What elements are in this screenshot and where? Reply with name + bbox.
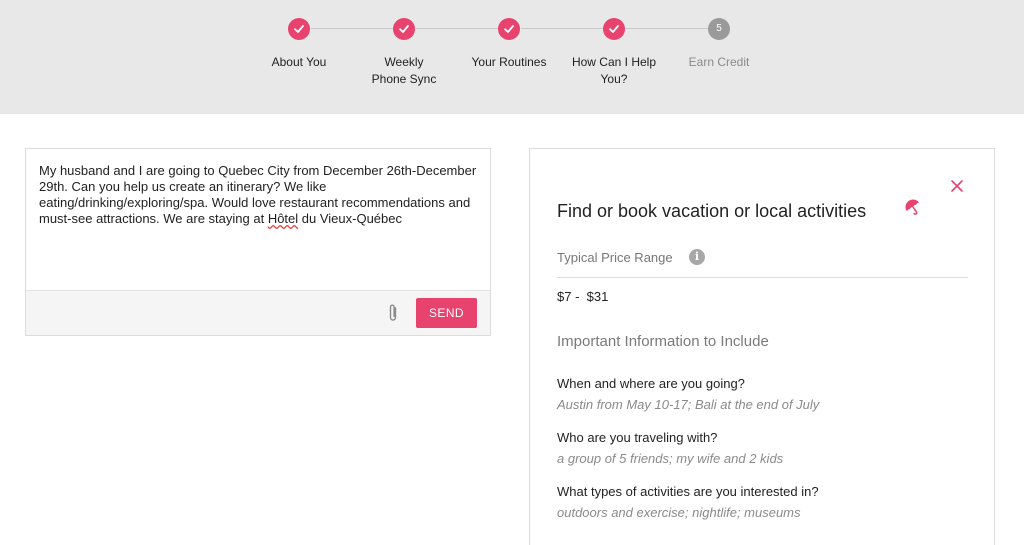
paperclip-icon[interactable] [386, 303, 400, 323]
step-connector [311, 28, 393, 29]
message-text-end: du Vieux-Québec [298, 211, 403, 226]
check-icon [603, 18, 625, 40]
question-activities: What types of activities are you interes… [557, 484, 819, 499]
price-range-value: $7 - $31 [557, 289, 609, 304]
umbrella-icon [904, 198, 922, 216]
service-info-panel: Find or book vacation or local activitie… [529, 148, 995, 545]
message-textarea[interactable]: My husband and I are going to Quebec Cit… [39, 163, 483, 227]
progress-stepper: About You Weekly Phone Sync Your Routine… [0, 0, 1024, 114]
step-connector [416, 28, 498, 29]
step-number-badge: 5 [708, 18, 730, 40]
section-heading: Important Information to Include [557, 333, 769, 350]
step-label: Earn Credit [688, 55, 750, 69]
close-icon[interactable] [950, 179, 964, 193]
step-label: About You [271, 55, 327, 69]
step-label: Weekly Phone Sync [371, 55, 437, 86]
check-icon [288, 18, 310, 40]
send-button[interactable]: SEND [416, 298, 477, 328]
check-icon [393, 18, 415, 40]
check-icon [498, 18, 520, 40]
step-label: How Can I Help You? [571, 55, 657, 86]
question-who: Who are you traveling with? [557, 430, 718, 445]
example-when-where: Austin from May 10-17; Bali at the end o… [557, 397, 820, 412]
message-text: My husband and I are going to Quebec Cit… [39, 163, 477, 226]
composer-toolbar: SEND [26, 290, 490, 335]
divider [557, 277, 968, 278]
panel-title: Find or book vacation or local activitie… [557, 201, 867, 221]
info-icon[interactable]: i [689, 249, 705, 265]
step-connector [626, 28, 708, 29]
step-label: Your Routines [471, 55, 547, 69]
misspelled-word: Hôtel [267, 211, 299, 226]
question-when-where: When and where are you going? [557, 376, 745, 391]
message-composer[interactable]: My husband and I are going to Quebec Cit… [25, 148, 491, 336]
example-who: a group of 5 friends; my wife and 2 kids [557, 451, 784, 466]
step-connector [521, 28, 603, 29]
example-activities: outdoors and exercise; nightlife; museum… [557, 505, 801, 520]
step-number: 5 [716, 23, 722, 34]
price-range-label: Typical Price Range [557, 250, 673, 265]
